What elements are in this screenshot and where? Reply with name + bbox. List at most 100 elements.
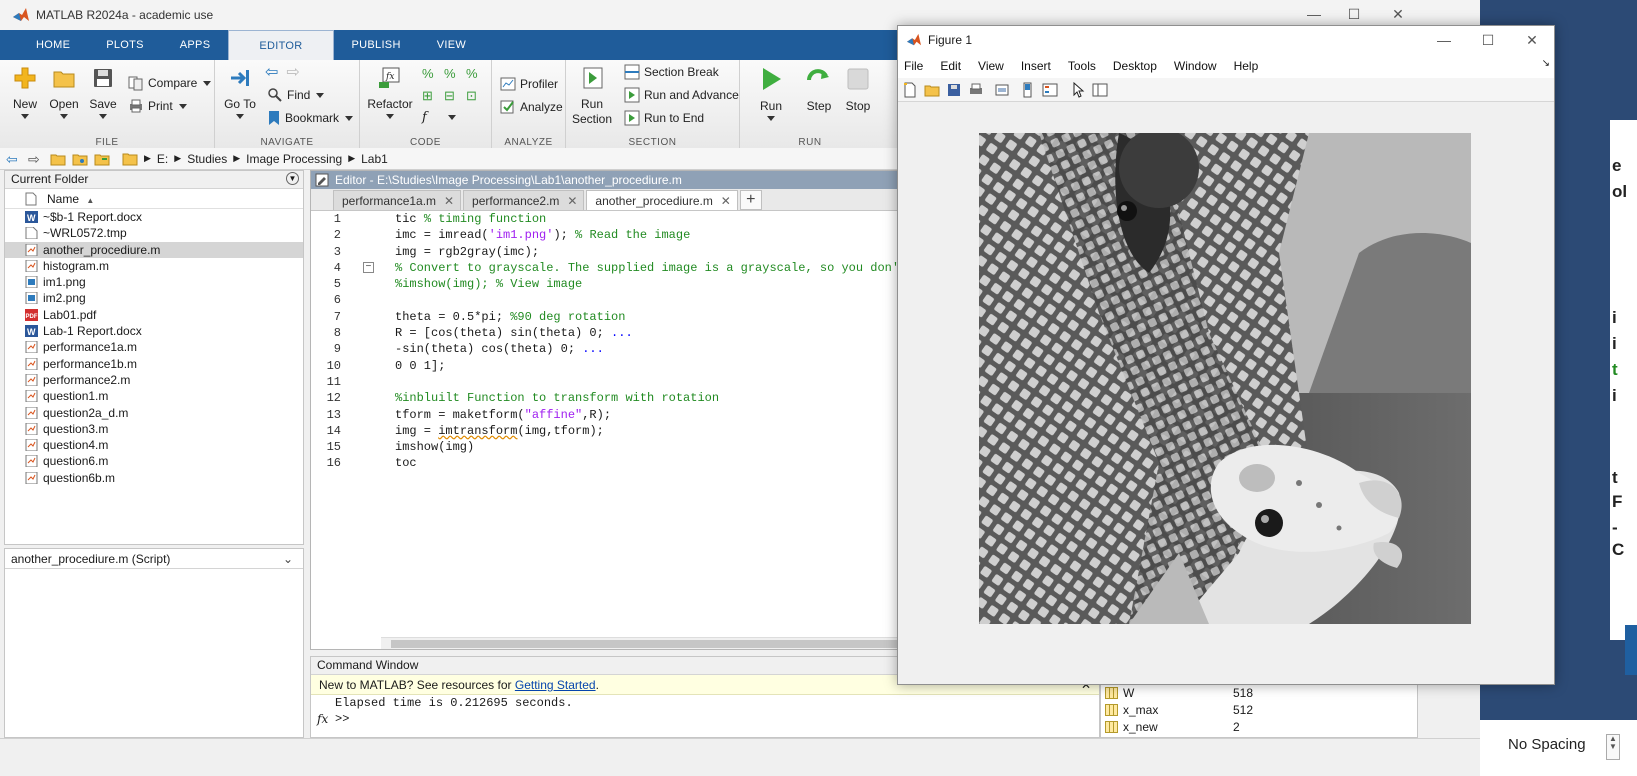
figure-minimize-icon[interactable]: —: [1434, 32, 1454, 48]
breadcrumb-lab1[interactable]: Lab1: [361, 152, 388, 166]
bookmark-button[interactable]: Bookmark: [267, 110, 354, 126]
tab-publish[interactable]: PUBLISH: [334, 30, 419, 60]
file-row[interactable]: ~WRL0572.tmp: [5, 225, 303, 241]
file-row[interactable]: question1.m: [5, 388, 303, 404]
function-browser-icon[interactable]: fx: [317, 711, 328, 727]
panel-menu-icon[interactable]: ▼: [286, 172, 299, 185]
function-icon[interactable]: f: [422, 110, 442, 125]
profiler-button[interactable]: Profiler: [500, 76, 558, 92]
compare-button[interactable]: Compare: [128, 75, 212, 91]
scrollbar-thumb[interactable]: [391, 640, 899, 648]
save-button[interactable]: Save: [86, 66, 120, 119]
property-inspector-icon[interactable]: [1092, 82, 1108, 98]
file-row[interactable]: W Lab-1 Report.docx: [5, 323, 303, 339]
dock-icon[interactable]: ↘: [1542, 58, 1550, 69]
file-row[interactable]: question3.m: [5, 421, 303, 437]
breadcrumb-image-processing[interactable]: Image Processing: [246, 152, 342, 166]
menu-help[interactable]: Help: [1234, 59, 1259, 73]
forward-icon[interactable]: ⇨: [28, 152, 44, 166]
find-button[interactable]: Find: [267, 87, 325, 103]
breadcrumb-studies[interactable]: Studies: [187, 152, 227, 166]
menu-tools[interactable]: Tools: [1068, 59, 1096, 73]
refactor-button[interactable]: fx Refactor: [366, 66, 414, 119]
editor-tab-performance1a[interactable]: performance1a.m ✕: [333, 190, 462, 211]
tab-view[interactable]: VIEW: [419, 30, 484, 60]
tab-plots[interactable]: PLOTS: [88, 30, 162, 60]
run-section-button[interactable]: Run Section: [572, 66, 614, 127]
figure-close-icon[interactable]: ✕: [1522, 32, 1542, 49]
menu-window[interactable]: Window: [1174, 59, 1217, 73]
editor-tab-another-procediure[interactable]: another_procediure.m ✕: [586, 190, 738, 211]
menu-edit[interactable]: Edit: [940, 59, 961, 73]
uncomment-icon[interactable]: %: [466, 66, 488, 81]
close-tab-icon[interactable]: ✕: [567, 191, 577, 211]
file-row[interactable]: question4.m: [5, 437, 303, 453]
close-tab-icon[interactable]: ✕: [444, 191, 454, 211]
file-row[interactable]: PDF Lab01.pdf: [5, 307, 303, 323]
file-row[interactable]: im2.png: [5, 290, 303, 306]
back-arrow-icon[interactable]: ⇦: [265, 62, 278, 82]
fold-icon[interactable]: −: [363, 261, 374, 273]
tab-editor[interactable]: EDITOR: [228, 30, 334, 60]
file-row[interactable]: question6.m: [5, 453, 303, 469]
details-header[interactable]: another_procediure.m (Script) ⌄: [5, 549, 303, 569]
legend-icon[interactable]: [1042, 82, 1058, 98]
goto-button[interactable]: Go To: [223, 66, 257, 119]
maximize-icon[interactable]: ☐: [1344, 6, 1364, 23]
print-button[interactable]: Print: [128, 98, 187, 114]
getting-started-link[interactable]: Getting Started: [515, 678, 596, 692]
style-no-spacing[interactable]: No Spacing: [1508, 736, 1586, 753]
indent-more-icon[interactable]: ⊟: [444, 88, 466, 104]
tab-home[interactable]: HOME: [18, 30, 88, 60]
indent-less-icon[interactable]: ⊡: [466, 88, 488, 104]
close-tab-icon[interactable]: ✕: [721, 191, 731, 211]
workspace-variable[interactable]: x_max 512: [1101, 702, 1417, 719]
file-row[interactable]: another_procediure.m: [5, 241, 303, 258]
run-advance-button[interactable]: Run and Advance: [624, 87, 739, 103]
open-button[interactable]: Open: [46, 66, 82, 119]
open-file-icon[interactable]: [924, 82, 940, 98]
horizontal-scrollbar[interactable]: [381, 637, 899, 649]
save-figure-icon[interactable]: [946, 82, 962, 98]
percent-icon[interactable]: %: [422, 66, 444, 81]
file-row[interactable]: performance2.m: [5, 372, 303, 388]
figure-maximize-icon[interactable]: ☐: [1478, 32, 1498, 49]
workspace-variable[interactable]: x_new 2: [1101, 719, 1417, 736]
chevron-down-icon[interactable]: ⌄: [283, 549, 293, 569]
file-row[interactable]: performance1a.m: [5, 339, 303, 355]
file-row[interactable]: im1.png: [5, 274, 303, 290]
colorbar-icon[interactable]: [1020, 82, 1036, 98]
print-figure-icon[interactable]: [968, 82, 984, 98]
back-icon[interactable]: ⇦: [6, 152, 22, 166]
command-prompt[interactable]: fx >>: [311, 711, 1099, 727]
code-area[interactable]: 1 tic % timing function 2 imc = imread('im…: [311, 211, 907, 635]
run-button[interactable]: Run: [754, 66, 788, 121]
nav-arrows[interactable]: ⇦ ⇨: [265, 62, 300, 82]
figure-image[interactable]: [979, 133, 1471, 624]
menu-insert[interactable]: Insert: [1021, 59, 1051, 73]
analyze-button[interactable]: Analyze: [500, 99, 563, 115]
file-row[interactable]: histogram.m: [5, 258, 303, 274]
step-button[interactable]: Step: [802, 66, 836, 113]
new-button[interactable]: New: [8, 66, 42, 119]
editor-tab-performance2[interactable]: performance2.m ✕: [463, 190, 585, 211]
tab-apps[interactable]: APPS: [162, 30, 229, 60]
link-plot-icon[interactable]: [994, 82, 1010, 98]
file-row[interactable]: question6b.m: [5, 470, 303, 486]
pointer-icon[interactable]: [1070, 81, 1086, 98]
browse-folder-icon[interactable]: [72, 152, 88, 166]
up-folder-icon[interactable]: [50, 152, 66, 166]
style-scroll-arrows[interactable]: ▲ ▼: [1606, 734, 1620, 760]
menu-file[interactable]: File: [904, 59, 923, 73]
file-row[interactable]: question2a_d.m: [5, 405, 303, 421]
minimize-icon[interactable]: —: [1304, 6, 1324, 22]
column-header-name[interactable]: Name ▲: [5, 189, 303, 209]
breadcrumb-drive[interactable]: E:: [157, 152, 168, 166]
close-icon[interactable]: ✕: [1388, 6, 1408, 23]
section-break-button[interactable]: Section Break: [624, 64, 719, 80]
stop-button[interactable]: Stop: [841, 66, 875, 113]
comment-icon[interactable]: %: [444, 66, 466, 81]
run-to-end-button[interactable]: Run to End: [624, 110, 704, 126]
workspace-variable[interactable]: W 518: [1101, 685, 1417, 702]
new-figure-icon[interactable]: [902, 82, 918, 98]
